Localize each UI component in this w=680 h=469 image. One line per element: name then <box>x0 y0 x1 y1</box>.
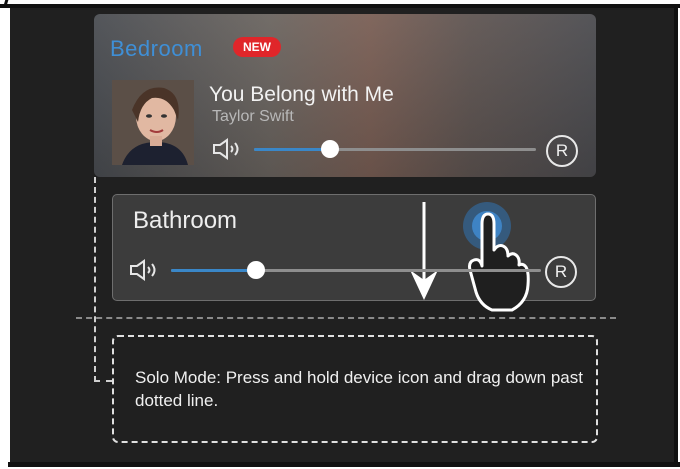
top-border <box>0 4 680 8</box>
bottom-border <box>8 462 680 467</box>
bedroom-volume-fill <box>254 148 331 151</box>
speaker-icon[interactable] <box>129 259 161 281</box>
instruction-text: Solo Mode: Press and hold device icon an… <box>135 368 583 410</box>
bedroom-device-card[interactable]: Bedroom NEW You Belong with Me Taylor Sw… <box>94 14 596 177</box>
new-badge: NEW <box>233 37 281 57</box>
solo-drop-line <box>76 317 616 319</box>
artist-name: Taylor Swift <box>212 108 294 125</box>
bathroom-volume-slider[interactable] <box>171 261 541 279</box>
connector-dashed-vertical <box>94 177 96 382</box>
r-circle-icon[interactable]: R <box>546 135 578 167</box>
bathroom-device-card[interactable]: Bathroom R <box>112 194 596 301</box>
bedroom-title: Bedroom <box>110 36 203 61</box>
track-title: You Belong with Me <box>209 83 394 106</box>
bedroom-volume-knob[interactable] <box>321 140 340 158</box>
bedroom-volume-slider[interactable] <box>254 140 536 158</box>
r-circle-icon[interactable]: R <box>545 256 577 288</box>
bathroom-volume-knob[interactable] <box>247 261 266 279</box>
album-art <box>112 80 194 165</box>
corner-mark <box>3 0 9 7</box>
bathroom-title: Bathroom <box>133 207 238 234</box>
bathroom-volume-fill <box>171 269 257 272</box>
speaker-icon[interactable] <box>212 138 244 160</box>
album-cover-portrait-icon <box>112 80 194 165</box>
connector-dashed-horizontal <box>94 380 112 382</box>
instruction-box: Solo Mode: Press and hold device icon an… <box>112 335 598 443</box>
